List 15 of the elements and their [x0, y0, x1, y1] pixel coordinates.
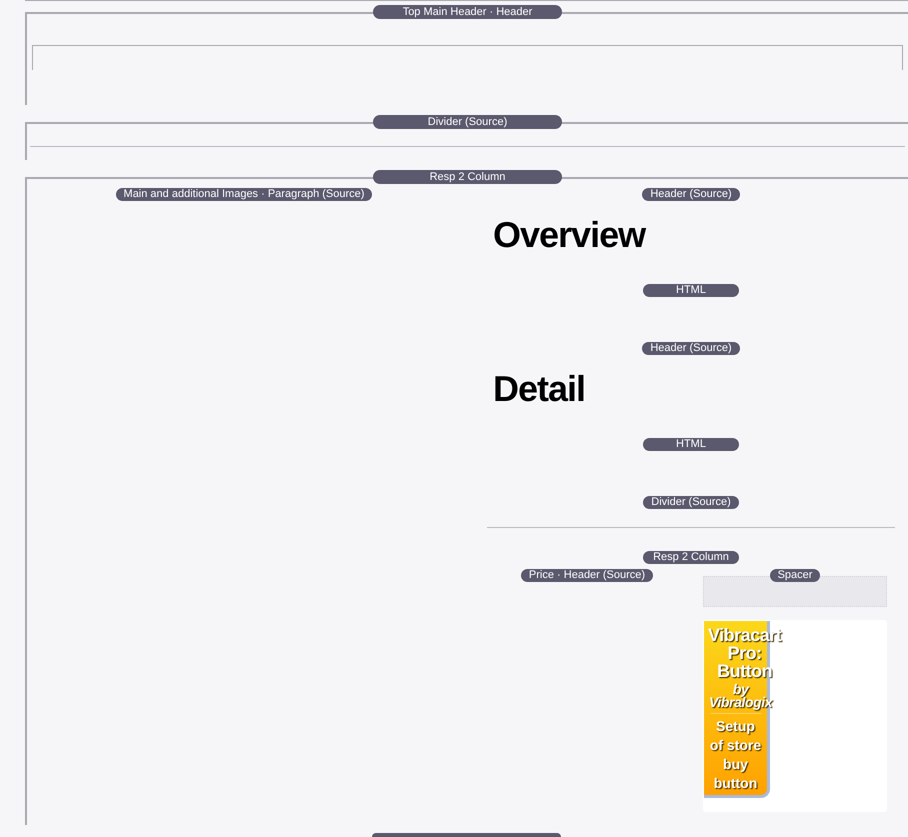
block-label: HTML: [643, 284, 739, 297]
section-label: Divider (Source): [373, 115, 562, 129]
banner-caption: Setup of store buy button: [708, 717, 762, 793]
section-heading: Overview: [493, 217, 646, 253]
section-label: Top Main Header · Header: [373, 5, 562, 19]
block-label: HTML: [643, 438, 739, 451]
section-heading: Detail: [493, 371, 586, 407]
block-label: Spacer: [770, 569, 820, 582]
section-label: Resp 2 Column: [373, 170, 562, 184]
block-label: Price · Header (Source): [520, 569, 654, 582]
block-label: Header (Source): [642, 188, 740, 201]
block-label: Header (Source): [642, 342, 740, 355]
block-label: Resp 2 Column: [643, 551, 739, 564]
block-label: Main and additional Images · Paragraph (Source): [116, 188, 372, 201]
block-label: Divider (Source): [643, 496, 739, 509]
